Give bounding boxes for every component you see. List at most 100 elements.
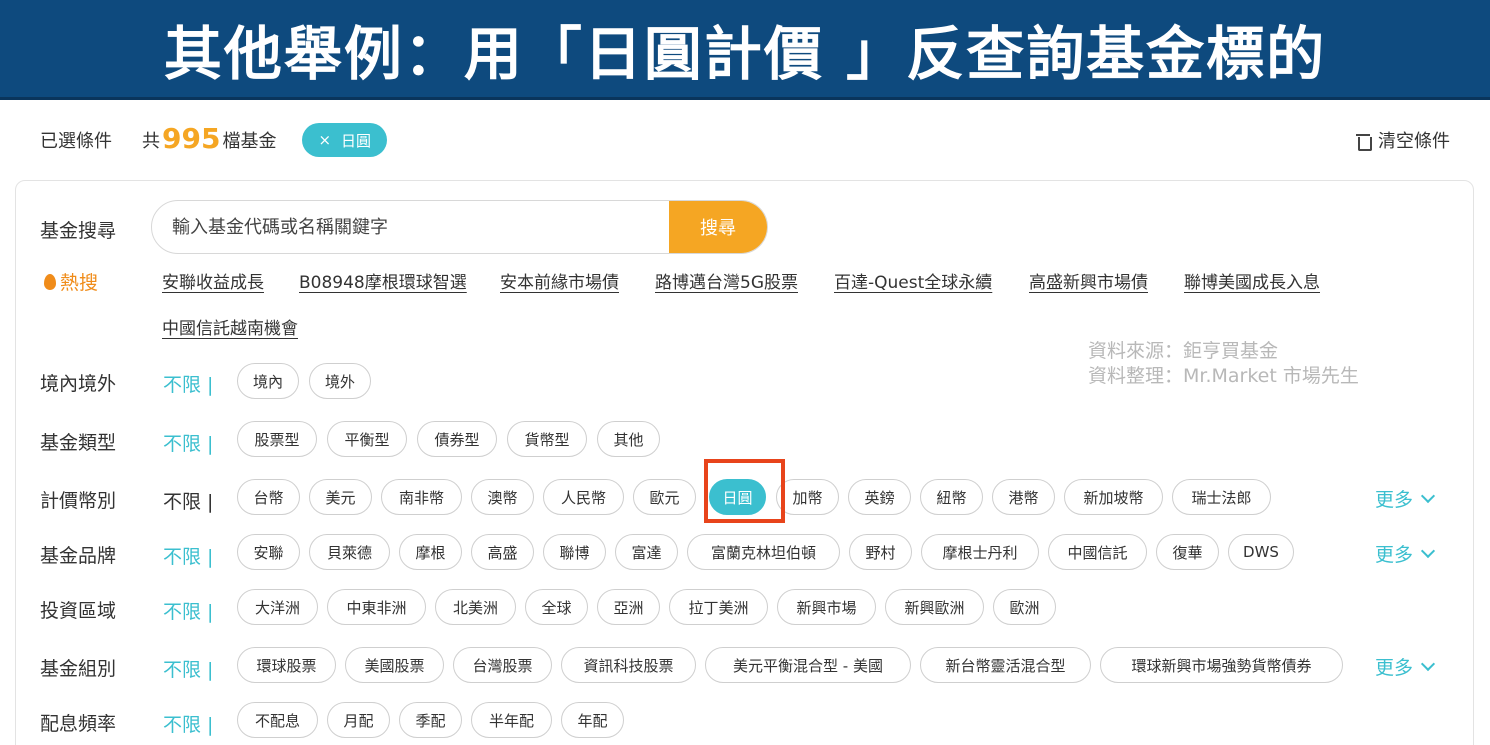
hot-link[interactable]: 路博邁台灣5G股票	[655, 268, 798, 293]
separator: |	[207, 433, 214, 455]
selected-tag-jpy[interactable]: × 日圓	[302, 123, 388, 157]
chip-area[interactable]: 全球	[525, 589, 588, 625]
chip-dividend[interactable]: 不配息	[237, 702, 318, 738]
chip-type[interactable]: 貨幣型	[507, 421, 587, 457]
chip-area[interactable]: 北美洲	[435, 589, 516, 625]
chip-region[interactable]: 境內	[237, 363, 299, 399]
unlimited-text: 不限	[163, 491, 202, 513]
chip-region[interactable]: 境外	[309, 363, 371, 399]
dividend-unlimited[interactable]: 不限 |	[163, 710, 213, 737]
separator: |	[207, 491, 214, 513]
chip-area[interactable]: 新興市場	[777, 589, 876, 625]
chip-type[interactable]: 其他	[597, 421, 660, 457]
chip-type[interactable]: 債券型	[417, 421, 497, 457]
currency-label: 計價幣別	[40, 490, 117, 512]
hot-search-text: 熱搜	[60, 272, 99, 294]
chip-area[interactable]: 亞洲	[597, 589, 660, 625]
chip-brand[interactable]: 聯博	[543, 534, 606, 570]
selected-conditions-label: 已選條件	[40, 131, 112, 152]
chip-currency[interactable]: 港幣	[992, 479, 1055, 515]
hot-link[interactable]: 安聯收益成長	[162, 268, 264, 293]
chip-brand[interactable]: 安聯	[237, 534, 300, 570]
count-suffix: 檔基金	[222, 131, 277, 152]
chevron-down-icon	[1420, 488, 1436, 503]
brand-unlimited[interactable]: 不限 |	[163, 542, 213, 569]
currency-unlimited[interactable]: 不限 |	[163, 487, 213, 514]
selected-conditions-bar: 已選條件 共 995 檔基金 × 日圓 清空條件	[40, 118, 1450, 162]
chip-group[interactable]: 環球新興市場強勢貨幣債券	[1100, 647, 1343, 683]
hot-link[interactable]: 中國信託越南機會	[162, 314, 298, 339]
chip-area[interactable]: 中東非洲	[327, 589, 426, 625]
chip-currency[interactable]: 加幣	[776, 479, 839, 515]
chip-area[interactable]: 大洋洲	[237, 589, 318, 625]
title-banner: 其他舉例：用「日圓計價 」反查詢基金標的	[0, 0, 1490, 100]
type-unlimited[interactable]: 不限 |	[163, 429, 213, 456]
chip-brand[interactable]: DWS	[1228, 534, 1294, 570]
unlimited-text: 不限	[163, 601, 202, 623]
chip-dividend[interactable]: 月配	[327, 702, 390, 738]
chip-currency[interactable]: 歐元	[633, 479, 696, 515]
source-watermark: 資料來源：鉅亨買基金	[1088, 340, 1279, 362]
chip-group[interactable]: 環球股票	[237, 647, 336, 683]
chip-currency[interactable]: 紐幣	[920, 479, 983, 515]
chip-brand[interactable]: 貝萊德	[309, 534, 390, 570]
chip-group[interactable]: 台灣股票	[453, 647, 552, 683]
separator: |	[207, 546, 214, 568]
chip-currency[interactable]: 南非幣	[381, 479, 462, 515]
unlimited-text: 不限	[163, 659, 202, 681]
chip-brand[interactable]: 高盛	[471, 534, 534, 570]
chip-area[interactable]: 歐洲	[993, 589, 1056, 625]
group-more-button[interactable]: 更多	[1375, 653, 1436, 680]
trash-icon	[1356, 132, 1372, 151]
separator: |	[207, 659, 214, 681]
chip-currency[interactable]: 台幣	[237, 479, 300, 515]
chip-group[interactable]: 新台幣靈活混合型	[920, 647, 1091, 683]
hot-link[interactable]: 高盛新興市場債	[1029, 268, 1148, 293]
chip-group[interactable]: 美國股票	[345, 647, 444, 683]
brand-label: 基金品牌	[40, 545, 117, 567]
search-input[interactable]	[152, 201, 669, 253]
chip-currency[interactable]: 新加坡幣	[1064, 479, 1163, 515]
chip-area[interactable]: 新興歐洲	[885, 589, 984, 625]
chip-brand[interactable]: 富蘭克林坦伯頓	[687, 534, 840, 570]
region-unlimited[interactable]: 不限 |	[163, 370, 213, 397]
more-text: 更多	[1375, 489, 1414, 511]
fund-search-label: 基金搜尋	[40, 220, 117, 242]
unlimited-text: 不限	[163, 546, 202, 568]
chip-currency[interactable]: 人民幣	[543, 479, 624, 515]
chip-brand[interactable]: 野村	[849, 534, 912, 570]
chip-group[interactable]: 美元平衡混合型 - 美國	[705, 647, 911, 683]
chip-dividend[interactable]: 半年配	[471, 702, 552, 738]
chip-type[interactable]: 股票型	[237, 421, 317, 457]
region-label: 境內境外	[40, 373, 117, 395]
hot-link[interactable]: 聯博美國成長入息	[1184, 268, 1320, 293]
separator: |	[207, 374, 214, 396]
chip-group[interactable]: 資訊科技股票	[561, 647, 696, 683]
chip-brand[interactable]: 復華	[1156, 534, 1219, 570]
hot-link[interactable]: B08948摩根環球智選	[299, 268, 467, 293]
selected-tag-label: 日圓	[341, 131, 372, 150]
currency-more-button[interactable]: 更多	[1375, 485, 1436, 512]
hot-link[interactable]: 百達-Quest全球永續	[834, 268, 992, 293]
hot-link[interactable]: 安本前緣市場債	[500, 268, 619, 293]
chip-currency[interactable]: 英鎊	[848, 479, 911, 515]
chip-brand[interactable]: 摩根	[399, 534, 462, 570]
area-unlimited[interactable]: 不限 |	[163, 597, 213, 624]
chip-dividend[interactable]: 季配	[399, 702, 462, 738]
chip-brand[interactable]: 中國信託	[1048, 534, 1147, 570]
chip-currency-selected[interactable]: 日圓	[709, 479, 766, 515]
chip-currency[interactable]: 美元	[309, 479, 372, 515]
chip-dividend[interactable]: 年配	[561, 702, 624, 738]
chip-brand[interactable]: 富達	[615, 534, 678, 570]
chip-currency[interactable]: 澳幣	[471, 479, 534, 515]
remove-tag-icon[interactable]: ×	[318, 131, 331, 149]
chip-currency[interactable]: 瑞士法郎	[1172, 479, 1271, 515]
group-unlimited[interactable]: 不限 |	[163, 655, 213, 682]
chip-area[interactable]: 拉丁美洲	[669, 589, 768, 625]
search-button[interactable]: 搜尋	[669, 201, 767, 253]
clear-conditions-button[interactable]: 清空條件	[1356, 127, 1450, 153]
chip-type[interactable]: 平衡型	[327, 421, 407, 457]
chip-brand[interactable]: 摩根士丹利	[921, 534, 1039, 570]
brand-more-button[interactable]: 更多	[1375, 540, 1436, 567]
count-prefix: 共	[142, 131, 160, 152]
